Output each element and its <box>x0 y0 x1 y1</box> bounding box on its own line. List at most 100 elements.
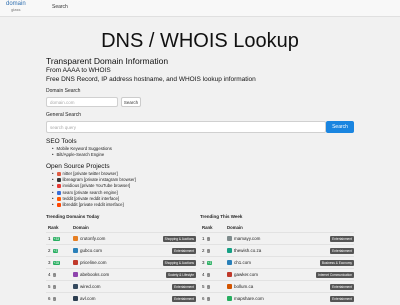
favicon-icon <box>227 284 232 289</box>
rank-cell: 3 +3 <box>202 260 213 265</box>
domain-search-placeholder: domain.com <box>50 99 75 105</box>
project-icon <box>56 203 61 208</box>
domain-link[interactable]: mamayy.com <box>234 236 260 241</box>
rank-number: 5 <box>202 284 205 289</box>
trending-week-rank-header: Rank <box>202 225 213 230</box>
rank-change-badge: - <box>52 296 56 301</box>
general-search-label: General Search <box>46 112 82 118</box>
rank-number: 1 <box>48 236 51 241</box>
rank-cell: 6- <box>48 296 56 301</box>
category-badge: Entertainment <box>330 283 354 290</box>
rank-number: 6 <box>202 296 205 301</box>
domain-link[interactable]: bollum.ca <box>234 284 253 289</box>
seo-tool-item[interactable]: Bilt/Apple-Search Engine <box>52 152 112 158</box>
subtitle: Transparent Domain Information <box>46 56 169 66</box>
trending-week-domain-header: Domain <box>227 225 243 230</box>
favicon-icon <box>227 260 232 265</box>
category-badge: Society & Lifestyle <box>165 271 196 278</box>
rank-cell: 4- <box>202 272 210 277</box>
domain-link[interactable]: thewish.co.za <box>234 248 261 253</box>
rank-cell: 1 +33 <box>48 236 61 241</box>
favicon-icon <box>73 284 78 289</box>
project-icon <box>56 178 61 183</box>
favicon-icon <box>227 248 232 253</box>
rank-change-badge: - <box>52 272 56 277</box>
project-icon <box>56 172 61 177</box>
rank-change-badge: +33 <box>52 236 61 241</box>
rank-change-badge: - <box>206 236 210 241</box>
domain-link[interactable]: crutonfy.com <box>80 236 105 241</box>
seo-tools-list: Mobile Keyword Suggestions Bilt/Apple-Se… <box>52 146 112 158</box>
rank-number: 6 <box>48 296 51 301</box>
category-badge: Entertainment <box>330 235 354 242</box>
category-badge: Entertainment <box>330 247 354 254</box>
rank-change-badge: +28 <box>52 260 61 265</box>
rank-number: 4 <box>48 272 51 277</box>
trending-today-rank-header: Rank <box>48 225 59 230</box>
domain-search-button[interactable]: Search <box>121 97 141 107</box>
domain-link[interactable]: wired.com <box>80 284 101 289</box>
open-source-list: nitter [private twitter browser] libreag… <box>52 171 136 208</box>
rank-number: 2 <box>202 248 205 253</box>
category-badge: Internet Communication <box>316 271 354 278</box>
category-badge: Business & Economy <box>319 259 354 266</box>
site-logo[interactable]: domain glass <box>6 1 26 13</box>
favicon-icon <box>73 296 78 301</box>
description: Free DNS Record, IP address hostname, an… <box>46 76 256 83</box>
rank-cell: 4- <box>48 272 56 277</box>
project-icon <box>56 190 61 195</box>
domain-link[interactable]: avl.com <box>80 296 96 301</box>
rank-change-badge: +3 <box>206 260 213 265</box>
rank-number: 4 <box>202 272 205 277</box>
domain-link[interactable]: abebooks.com <box>80 272 109 277</box>
seo-tools-title: SEO Tools <box>46 138 77 145</box>
favicon-icon <box>73 248 78 253</box>
category-badge: Entertainment <box>172 283 196 290</box>
domain-link[interactable]: priceline.com <box>80 260 107 265</box>
rank-number: 1 <box>202 236 205 241</box>
domain-link[interactable]: gawker.com <box>234 272 258 277</box>
rank-cell: 3 +28 <box>48 260 61 265</box>
tagline: From AAAA to WHOIS <box>46 67 111 74</box>
project-item[interactable]: libreddit [private reddit interface] <box>52 202 136 208</box>
nav-search-link[interactable]: Search <box>52 4 68 10</box>
table-row[interactable]: 6- mapshare.com Entertainment <box>200 292 354 305</box>
project-icon <box>56 196 61 201</box>
rank-number: 2 <box>48 248 51 253</box>
category-badge: Shopping & Auctions <box>162 235 196 242</box>
open-source-title: Open Source Projects <box>46 163 110 170</box>
domain-search-input[interactable]: domain.com <box>46 97 118 107</box>
rank-change-badge: - <box>206 272 210 277</box>
favicon-icon <box>227 236 232 241</box>
domain-link[interactable]: mapshare.com <box>234 296 264 301</box>
category-badge: Entertainment <box>172 295 196 302</box>
rank-cell: 5- <box>202 284 210 289</box>
trending-today-domain-header: Domain <box>73 225 89 230</box>
rank-change-badge: - <box>206 248 210 253</box>
trending-today-title: Trending Domains Today <box>46 214 100 219</box>
rank-cell: 5- <box>48 284 56 289</box>
favicon-icon <box>227 296 232 301</box>
project-icon <box>56 184 61 189</box>
top-navbar: domain glass Search <box>0 0 400 17</box>
page-title: DNS / WHOIS Lookup <box>101 30 299 52</box>
rank-number: 3 <box>202 260 205 265</box>
favicon-icon <box>73 236 78 241</box>
general-search-input[interactable]: search query <box>46 121 326 133</box>
rank-change-badge: - <box>206 284 210 289</box>
rank-change-badge: - <box>52 284 56 289</box>
domain-link[interactable]: gubco.com <box>80 248 102 253</box>
logo-sub-text: glass <box>11 7 21 12</box>
rank-change-badge: +3 <box>52 248 59 253</box>
favicon-icon <box>73 272 78 277</box>
rank-number: 3 <box>48 260 51 265</box>
rank-cell: 6- <box>202 296 210 301</box>
domain-link[interactable]: ch1.com <box>234 260 251 265</box>
table-row[interactable]: 6- avl.com Entertainment <box>46 292 196 305</box>
domain-search-label: Domain Search <box>46 88 81 94</box>
rank-number: 5 <box>48 284 51 289</box>
general-search-placeholder: search query <box>50 124 77 130</box>
category-badge: Entertainment <box>172 247 196 254</box>
favicon-icon <box>73 260 78 265</box>
general-search-button[interactable]: Search <box>326 121 354 133</box>
